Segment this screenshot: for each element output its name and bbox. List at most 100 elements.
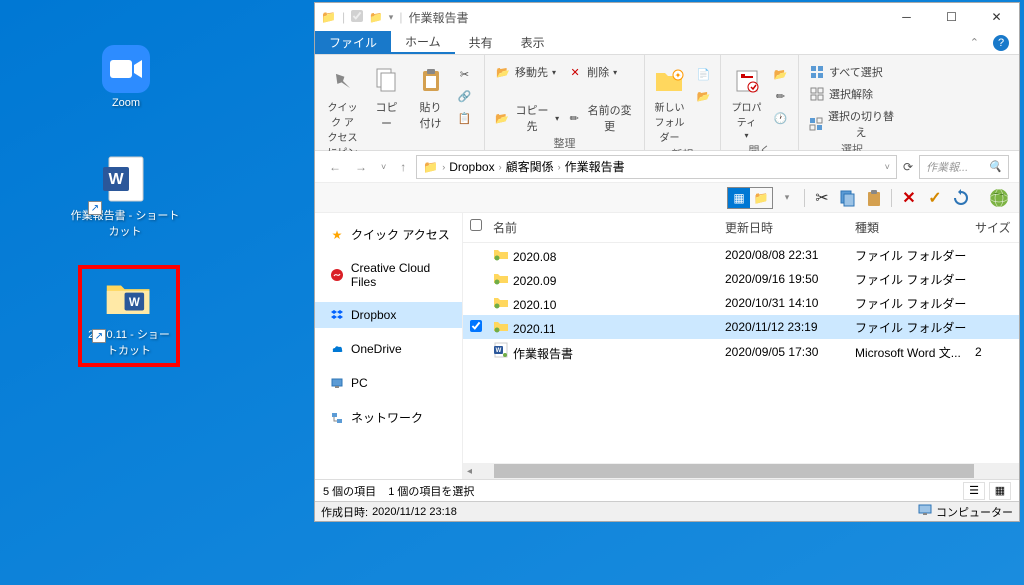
help-icon[interactable]: ? — [993, 35, 1009, 51]
copy-to-button[interactable]: 📂コピー先▾ — [493, 101, 561, 135]
file-size: 2 — [975, 345, 1019, 359]
nav-pc[interactable]: PC — [315, 370, 462, 396]
copy-button[interactable]: コピー — [367, 63, 407, 133]
dropdown-button[interactable]: ▾ — [775, 186, 799, 210]
navigation-pane: ★ クイック アクセス Creative Cloud Files Dropbox… — [315, 213, 463, 479]
paste-button[interactable] — [862, 186, 886, 210]
menu-file[interactable]: ファイル — [315, 31, 391, 54]
chevron-right-icon: › — [499, 162, 502, 172]
header-checkbox[interactable] — [463, 219, 489, 236]
nav-creative-cloud[interactable]: Creative Cloud Files — [315, 256, 462, 294]
select-none-button[interactable]: 選択解除 — [807, 85, 897, 103]
large-icons-view-button[interactable]: ▦ — [989, 482, 1011, 500]
history-button[interactable]: 🕐 — [771, 109, 793, 127]
breadcrumb[interactable]: 📁 › Dropbox › 顧客関係 › 作業報告書 ˅ — [416, 155, 897, 179]
paste-shortcut-button[interactable]: 📋 — [455, 109, 477, 127]
scrollbar-thumb[interactable] — [494, 464, 974, 478]
row-checkbox[interactable] — [463, 320, 489, 335]
file-name: 2020.11 — [489, 318, 725, 336]
file-row[interactable]: W作業報告書2020/09/05 17:30Microsoft Word 文..… — [463, 339, 1019, 365]
move-to-button[interactable]: 📂移動先▾ — [493, 63, 561, 81]
column-size[interactable]: サイズ — [975, 219, 1019, 236]
nav-dropbox[interactable]: Dropbox — [315, 302, 462, 328]
folder-icon — [493, 270, 509, 286]
folder-icon — [493, 318, 509, 334]
file-name: 2020.09 — [489, 270, 725, 288]
ribbon-collapse-icon[interactable]: ⌃ — [970, 36, 979, 49]
status-bar: 5 個の項目 1 個の項目を選択 ☰ ▦ — [315, 479, 1019, 501]
file-date: 2020/10/31 14:10 — [725, 296, 855, 310]
star-icon: ★ — [329, 227, 345, 243]
desktop-icon-zoom[interactable]: Zoom — [88, 45, 164, 109]
details-view-button[interactable]: ☰ — [963, 482, 985, 500]
file-row[interactable]: 2020.082020/08/08 22:31ファイル フォルダー — [463, 243, 1019, 267]
refresh-button[interactable]: ⟳ — [903, 160, 913, 174]
desktop-icon-folder-shortcut[interactable]: W ↗ 2020.11 - ショートカット — [78, 265, 180, 367]
breadcrumb-item[interactable]: Dropbox — [449, 160, 494, 174]
edit-button[interactable]: ✏ — [771, 87, 793, 105]
breadcrumb-item[interactable]: 顧客関係 — [506, 158, 554, 175]
easy-access-button[interactable]: 📂 — [694, 87, 716, 105]
checkbox-icon[interactable] — [351, 10, 363, 25]
new-folder-button[interactable]: ✦ 新しいフォルダー — [650, 63, 690, 146]
svg-text:W: W — [108, 171, 124, 188]
menu-home[interactable]: ホーム — [391, 31, 455, 54]
select-invert-button[interactable]: 選択の切り替え — [807, 107, 897, 141]
ribbon: クイック アクセスにピン留めする コピー 貼り付け ✂ 🔗 📋 クリップボード — [315, 55, 1019, 151]
nav-forward-button[interactable]: → — [351, 160, 371, 174]
nav-network[interactable]: ネットワーク — [315, 404, 462, 431]
cut-button[interactable]: ✂ — [455, 65, 477, 83]
menu-share[interactable]: 共有 — [455, 31, 507, 54]
copy-button[interactable] — [836, 186, 860, 210]
nav-onedrive[interactable]: OneDrive — [315, 336, 462, 362]
column-name[interactable]: 名前 — [489, 219, 725, 236]
properties-icon — [731, 65, 763, 97]
created-value: 2020/11/12 23:18 — [372, 506, 457, 518]
shortcut-arrow-icon: ↗ — [88, 201, 102, 215]
maximize-button[interactable]: ☐ — [929, 3, 974, 31]
breadcrumb-item[interactable]: 作業報告書 — [565, 158, 625, 175]
copy-path-button[interactable]: 🔗 — [455, 87, 477, 105]
file-type: ファイル フォルダー — [855, 319, 975, 336]
search-input[interactable]: 作業報... 🔍 — [919, 155, 1009, 179]
nav-recent-button[interactable]: ˅ — [377, 162, 390, 172]
dropdown-icon[interactable]: ▾ — [389, 12, 394, 23]
nav-back-button[interactable]: ← — [325, 160, 345, 174]
nav-up-button[interactable]: ↑ — [396, 160, 410, 174]
folder-icon — [493, 294, 509, 310]
select-all-button[interactable]: すべて選択 — [807, 63, 897, 81]
column-date[interactable]: 更新日時 — [725, 219, 855, 236]
new-item-button[interactable]: 📄 — [694, 65, 716, 83]
paste-button[interactable]: 貼り付け — [411, 63, 451, 133]
file-date: 2020/09/16 19:50 — [725, 272, 855, 286]
file-row[interactable]: 2020.092020/09/16 19:50ファイル フォルダー — [463, 267, 1019, 291]
item-count: 5 個の項目 — [323, 483, 376, 499]
rename-button[interactable]: ✏名前の変更 — [565, 101, 636, 135]
globe-button[interactable] — [987, 186, 1011, 210]
column-type[interactable]: 種類 — [855, 219, 975, 236]
checkmark-button[interactable]: ✓ — [923, 186, 947, 210]
select-all-icon — [809, 64, 825, 80]
open-button[interactable]: 📂 — [771, 65, 793, 83]
delete-button[interactable]: ✕ — [897, 186, 921, 210]
scroll-left-icon[interactable]: ◂ — [463, 466, 476, 477]
properties-button[interactable]: プロパティ ▾ — [727, 63, 767, 142]
refresh-button[interactable] — [949, 186, 973, 210]
folder-icon: 📁 — [423, 160, 438, 174]
horizontal-scrollbar[interactable]: ◂ — [463, 463, 1019, 479]
file-row[interactable]: 2020.102020/10/31 14:10ファイル フォルダー — [463, 291, 1019, 315]
pin-icon — [327, 65, 359, 97]
menu-view[interactable]: 表示 — [507, 31, 559, 54]
menu-bar: ファイル ホーム 共有 表示 ⌃ ? — [315, 31, 1019, 55]
dropdown-icon[interactable]: ˅ — [885, 162, 890, 172]
minimize-button[interactable]: ─ — [884, 3, 929, 31]
view-icons-button[interactable]: 📁 — [750, 188, 772, 208]
desktop-icon-word-shortcut[interactable]: W ↗ 作業報告書 - ショートカット — [70, 155, 180, 239]
cut-button[interactable]: ✂ — [810, 186, 834, 210]
view-list-button[interactable]: ▦ — [728, 188, 750, 208]
file-row[interactable]: 2020.112020/11/12 23:19ファイル フォルダー — [463, 315, 1019, 339]
file-name: 2020.10 — [489, 294, 725, 312]
nav-quick-access[interactable]: ★ クイック アクセス — [315, 221, 462, 248]
delete-button[interactable]: ✕削除▾ — [565, 63, 636, 81]
close-button[interactable]: ✕ — [974, 3, 1019, 31]
